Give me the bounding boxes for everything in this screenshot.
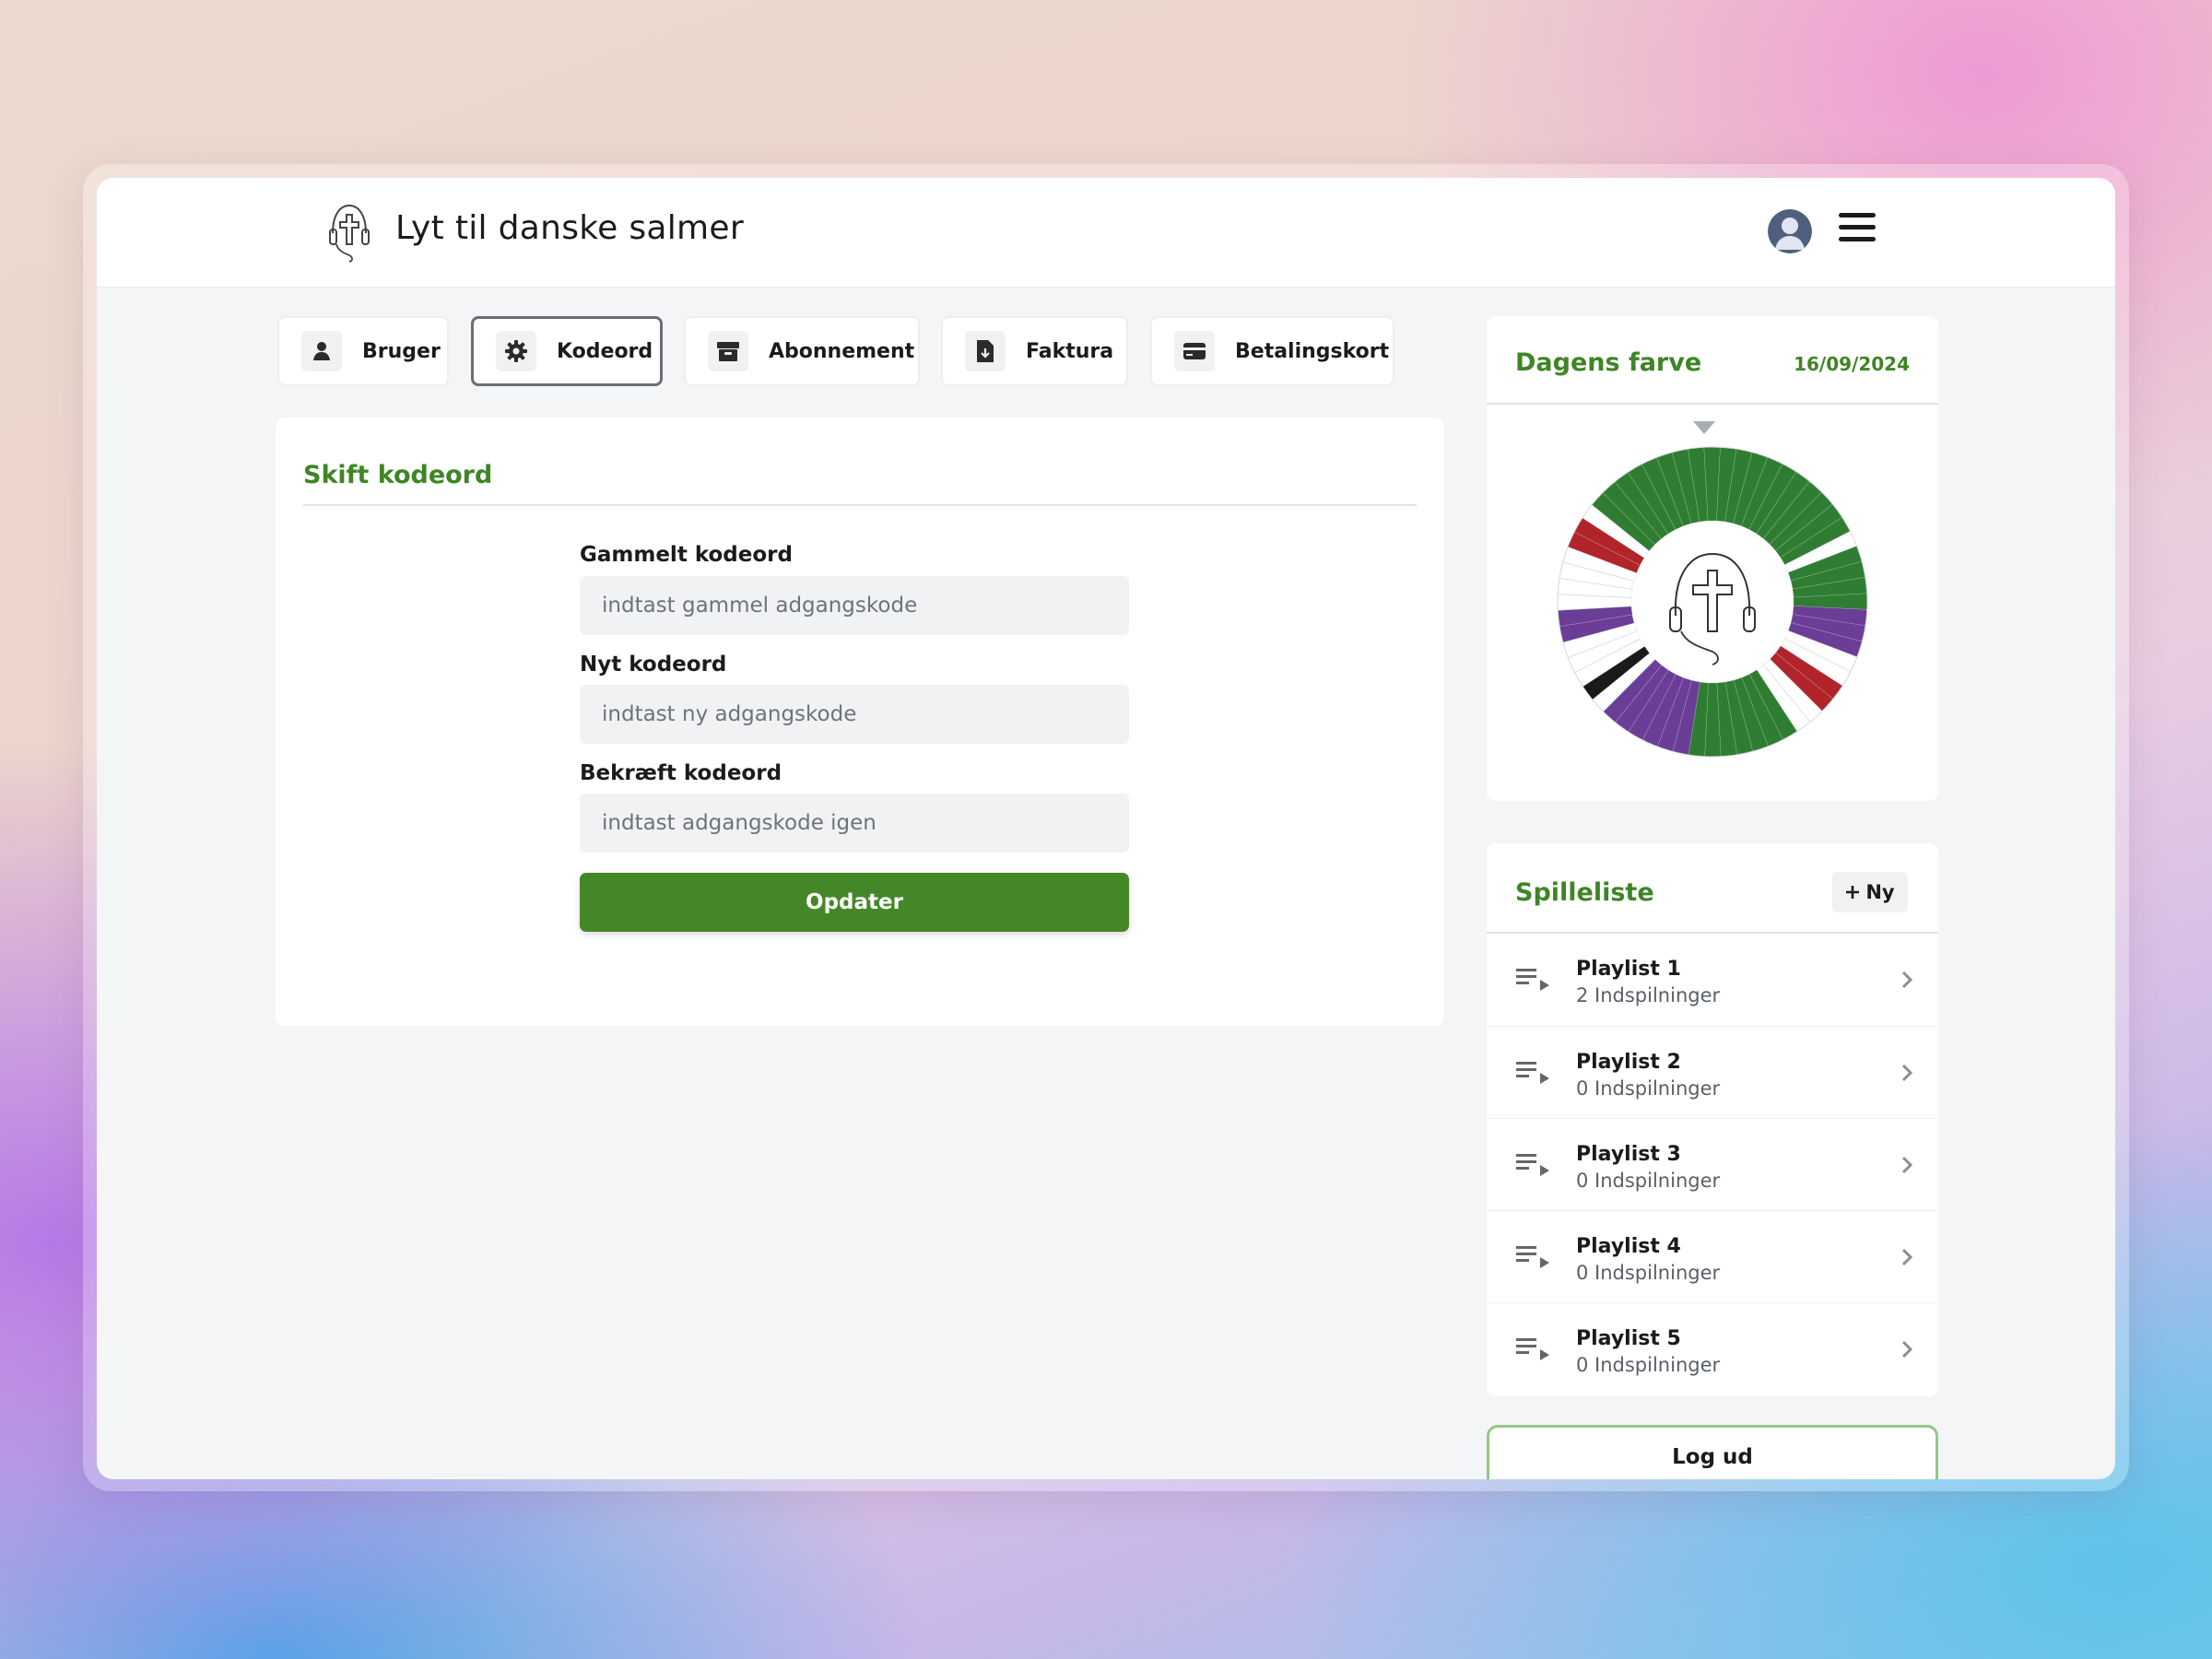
playlist-item[interactable]: Playlist 1 2 Indspilninger [1487, 934, 1938, 1026]
logout-button[interactable]: Log ud [1487, 1425, 1938, 1479]
wheel-pointer-icon [1693, 421, 1715, 434]
playlist-name: Playlist 5 [1576, 1327, 1681, 1350]
playlist-item[interactable]: Playlist 4 0 Indspilninger [1487, 1210, 1938, 1303]
cross-headphones-logo-icon[interactable] [327, 202, 371, 263]
chevron-right-icon [1901, 1156, 1913, 1174]
playlist-count: 0 Indspilninger [1576, 1262, 1721, 1284]
gear-icon [496, 331, 536, 371]
tab-bruger[interactable]: Bruger [277, 316, 449, 386]
playlist-name: Playlist 1 [1576, 958, 1681, 981]
playlist-item[interactable]: Playlist 5 0 Indspilninger [1487, 1302, 1938, 1395]
playlist-name: Playlist 3 [1576, 1143, 1681, 1166]
tab-label: Kodeord [557, 339, 653, 363]
playlist-count: 0 Indspilninger [1576, 1170, 1721, 1192]
playlist-icon [1516, 1062, 1549, 1084]
card-divider [303, 504, 1417, 506]
color-of-day-date: 16/09/2024 [1794, 353, 1910, 375]
card-title: Skift kodeord [303, 461, 493, 489]
playlist-count: 0 Indspilninger [1576, 1354, 1721, 1376]
new-password-input[interactable] [580, 685, 1129, 744]
wheel-center [1631, 521, 1794, 683]
playlist-count: 2 Indspilninger [1576, 984, 1721, 1006]
tab-label: Abonnement [769, 339, 915, 363]
confirm-password-label: Bekræft kodeord [580, 761, 782, 785]
playlist-icon [1516, 969, 1549, 991]
tab-kodeord[interactable]: Kodeord [471, 316, 663, 386]
color-of-day-title: Dagens farve [1515, 348, 1702, 377]
hamburger-menu-icon[interactable] [1839, 213, 1876, 244]
new-playlist-label: Ny [1865, 881, 1895, 903]
app-window: Lyt til danske salmer Bruger Kodeord Abo… [97, 178, 2115, 1479]
playlist-card: Spilleliste Ny Playlist 1 2 Indspilninge… [1487, 843, 1938, 1396]
tab-label: Betalingskort [1235, 339, 1390, 363]
box-icon [708, 331, 748, 371]
playlist-name: Playlist 2 [1576, 1051, 1681, 1074]
playlist-item[interactable]: Playlist 2 0 Indspilninger [1487, 1026, 1938, 1119]
avatar-icon [1768, 209, 1812, 253]
tab-label: Bruger [362, 339, 441, 363]
file-download-icon [965, 331, 1006, 371]
new-password-label: Nyt kodeord [580, 653, 727, 677]
old-password-input[interactable] [580, 576, 1129, 635]
user-avatar[interactable] [1768, 209, 1812, 253]
playlist-count: 0 Indspilninger [1576, 1077, 1721, 1100]
tab-faktura[interactable]: Faktura [941, 316, 1128, 386]
playlist-icon [1516, 1338, 1549, 1360]
chevron-right-icon [1901, 1064, 1913, 1082]
update-button[interactable]: Opdater [580, 873, 1129, 932]
user-icon [301, 331, 342, 371]
liturgical-color-wheel[interactable] [1556, 445, 1869, 759]
app-header: Lyt til danske salmer [97, 178, 2115, 288]
tab-betalingskort[interactable]: Betalingskort [1150, 316, 1394, 386]
chevron-right-icon [1901, 1248, 1913, 1266]
credit-card-icon [1174, 331, 1215, 371]
app-title: Lyt til danske salmer [395, 209, 744, 247]
color-of-day-card: Dagens farve 16/09/2024 [1487, 316, 1938, 801]
old-password-label: Gammelt kodeord [580, 543, 793, 567]
tab-label: Faktura [1026, 339, 1114, 363]
tab-abonnement[interactable]: Abonnement [684, 316, 920, 386]
plus-icon [1846, 886, 1860, 899]
change-password-card: Skift kodeord Gammelt kodeord Nyt kodeor… [276, 418, 1444, 1026]
chevron-right-icon [1901, 971, 1913, 989]
playlist-icon [1516, 1154, 1549, 1176]
card-divider [1487, 403, 1938, 405]
playlist-name: Playlist 4 [1576, 1235, 1681, 1258]
playlist-icon [1516, 1246, 1549, 1268]
new-playlist-button[interactable]: Ny [1832, 872, 1908, 912]
playlist-item[interactable]: Playlist 3 0 Indspilninger [1487, 1118, 1938, 1211]
confirm-password-input[interactable] [580, 794, 1129, 853]
chevron-right-icon [1901, 1340, 1913, 1359]
playlist-title: Spilleliste [1515, 878, 1654, 907]
